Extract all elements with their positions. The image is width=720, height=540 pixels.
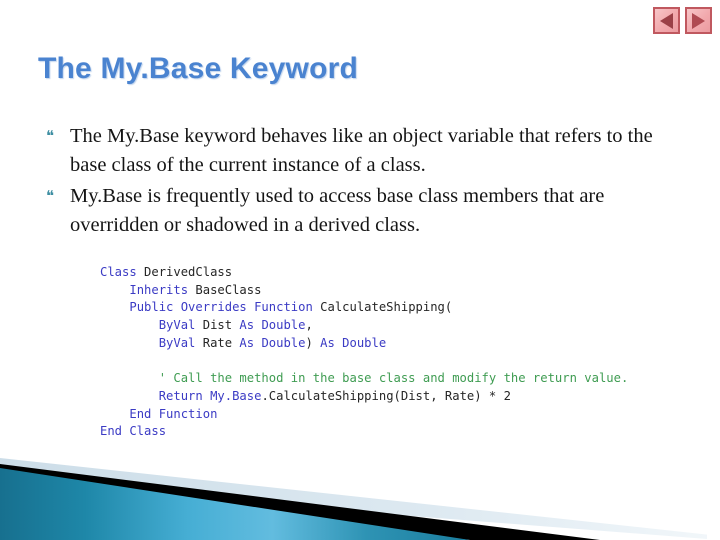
slide-decoration (0, 458, 720, 540)
code-token: , (305, 318, 313, 333)
code-line: End Function (100, 406, 628, 424)
code-sample: Class DerivedClass Inherits BaseClass Pu… (100, 264, 628, 441)
code-line: ByVal Rate As Double) As Double (100, 335, 628, 353)
code-line: Public Overrides Function CalculateShipp… (100, 299, 628, 317)
code-token: Double (342, 335, 387, 350)
triangle-left-icon (660, 12, 673, 29)
code-token: ByVal (158, 335, 203, 350)
code-line: End Class (100, 423, 628, 441)
code-token: Public Overrides Function (129, 300, 321, 315)
code-token: Double (261, 318, 306, 333)
slide-bullet-list: ❝ The My.Base keyword behaves like an ob… (40, 122, 680, 242)
list-item: ❝ My.Base is frequently used to access b… (40, 182, 680, 240)
code-line: Class DerivedClass (100, 264, 628, 282)
code-token: Dist (202, 318, 240, 333)
code-line: Inherits BaseClass (100, 282, 628, 300)
code-token: Class (100, 265, 145, 279)
code-token: BaseClass (195, 282, 262, 297)
code-token: Rate (202, 335, 240, 350)
next-slide-button[interactable] (685, 7, 712, 34)
bullet-marker-icon: ❝ (46, 187, 55, 205)
code-token: My.Base (210, 388, 262, 403)
slide-title: The My.Base Keyword (38, 52, 359, 85)
bullet-marker-icon: ❝ (46, 127, 55, 145)
code-token: End Class (100, 424, 167, 439)
code-token: As (239, 335, 262, 350)
previous-slide-button[interactable] (653, 7, 680, 34)
code-token: As (239, 318, 262, 333)
slide-navigation-controls (653, 7, 712, 34)
bullet-text: My.Base is frequently used to access bas… (70, 185, 605, 236)
code-line: ' Call the method in the base class and … (100, 370, 629, 388)
code-line: ByVal Dist As Double, (100, 317, 628, 335)
code-token: DerivedClass (144, 265, 233, 279)
code-token: CalculateShipping( (320, 300, 453, 315)
code-line: Return My.Base.CalculateShipping(Dist, R… (100, 388, 628, 406)
presentation-slide: The My.Base Keyword ❝ The My.Base keywor… (0, 0, 720, 540)
code-token: Return (158, 388, 211, 403)
bullet-text: The My.Base keyword behaves like an obje… (70, 125, 653, 176)
code-token: .CalculateShipping(Dist, Rate) * 2 (261, 388, 511, 403)
code-token: Double (261, 335, 306, 350)
list-item: ❝ The My.Base keyword behaves like an ob… (40, 122, 680, 180)
slide-right-margin (707, 0, 720, 540)
code-token: ) (305, 335, 321, 350)
triangle-right-icon (692, 12, 705, 29)
code-token: End Function (129, 406, 218, 421)
code-token: As (320, 335, 343, 350)
code-token: ByVal (158, 318, 203, 333)
code-token: ' Call the method in the base class and … (158, 371, 629, 386)
code-token: Inherits (129, 282, 196, 297)
